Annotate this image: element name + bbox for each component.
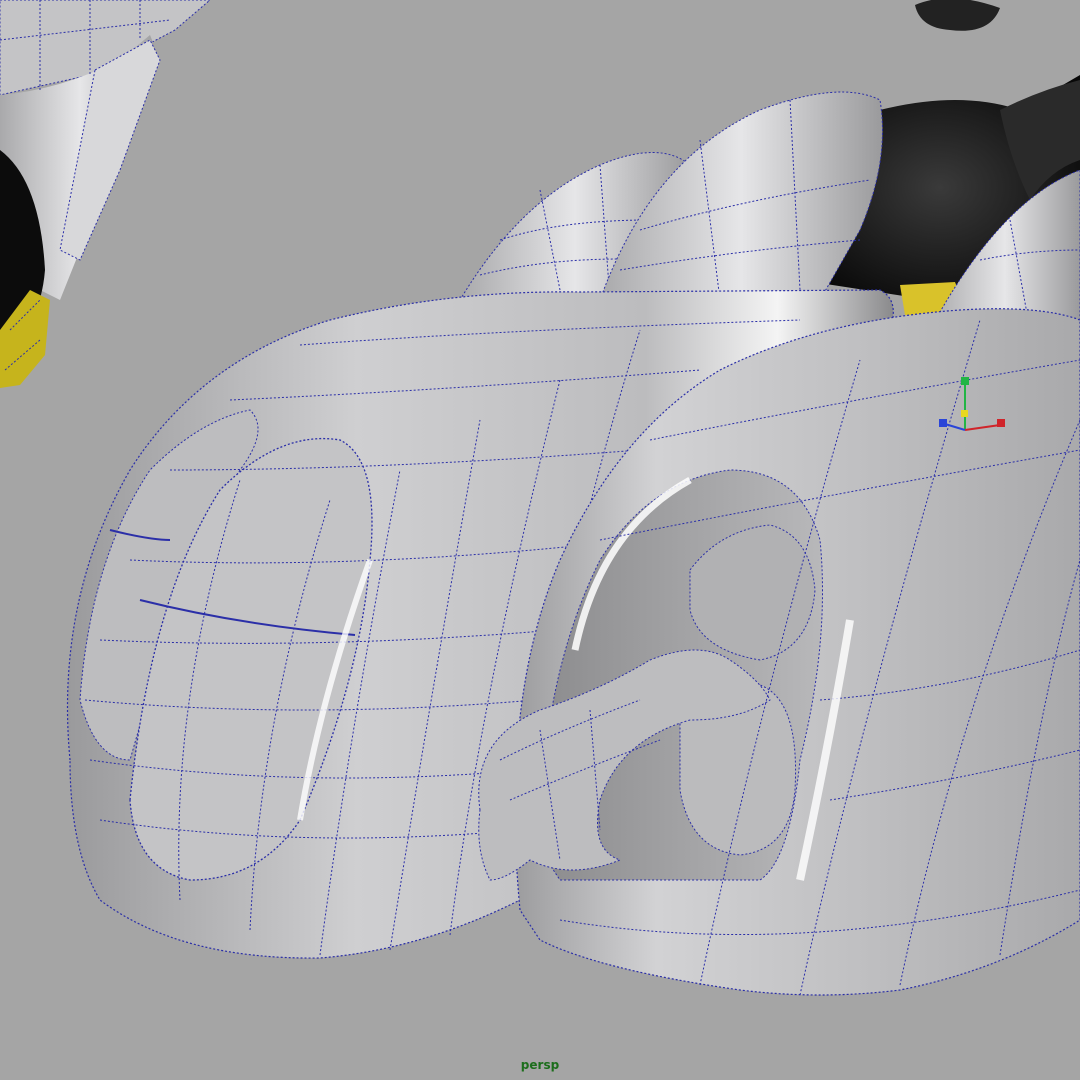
top-left-arm-mesh[interactable] [0, 0, 211, 388]
scene-canvas[interactable] [0, 0, 1080, 1080]
camera-name-label: persp [520, 1058, 560, 1072]
top-right-fragment[interactable] [915, 0, 1000, 31]
maya-perspective-viewport[interactable]: persp [0, 0, 1080, 1080]
